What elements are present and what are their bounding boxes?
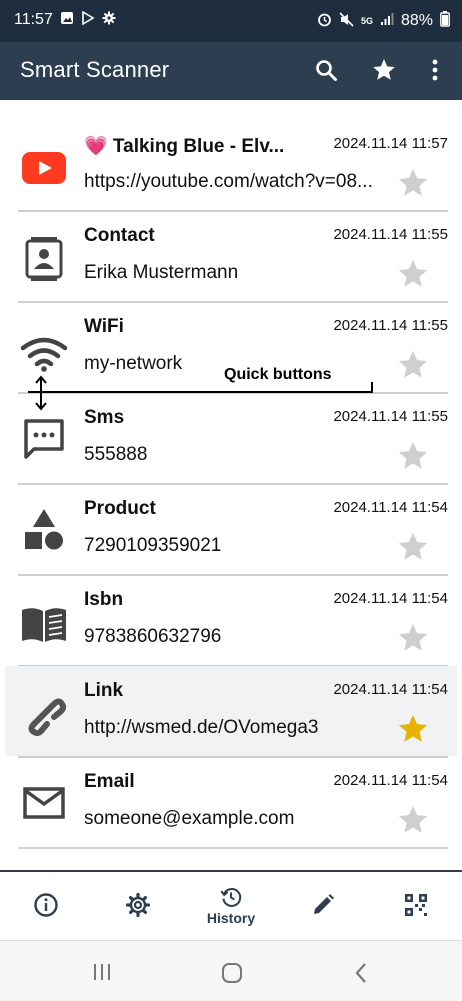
settings-gear-status-icon — [102, 11, 116, 29]
favorite-star-icon[interactable] — [396, 257, 430, 291]
item-value: my-network — [84, 353, 183, 374]
signal-icon — [380, 12, 394, 30]
star-icon — [373, 59, 395, 80]
favorites-button[interactable] — [369, 55, 399, 85]
item-title: Contact — [84, 225, 155, 246]
gallery-icon — [60, 11, 74, 29]
favorite-star-icon[interactable] — [396, 712, 430, 746]
favorite-star-icon[interactable] — [396, 166, 430, 200]
item-value: 555888 — [84, 444, 148, 465]
item-value: http://wsmed.de/OVomega3 — [84, 717, 319, 738]
item-date: 2024.11.14 11:54 — [333, 590, 448, 607]
item-title: Email — [84, 771, 135, 792]
item-title: Sms — [84, 407, 125, 428]
app-title: Smart Scanner — [20, 57, 170, 82]
bottom-navigation: History — [0, 870, 462, 942]
annotation-tick — [371, 382, 373, 393]
divider — [18, 847, 448, 849]
double-arrow-icon — [35, 375, 47, 411]
list-item[interactable]: Isbn 2024.11.14 11:54 9783860632796 — [0, 575, 462, 666]
recents-icon[interactable] — [92, 963, 112, 981]
battery-level: 88% — [400, 12, 433, 29]
item-value: https://youtube.com/watch?v=08... — [84, 171, 373, 192]
overflow-menu-button[interactable] — [420, 55, 450, 85]
history-icon — [220, 888, 242, 907]
play-store-icon — [81, 10, 95, 29]
item-date: 2024.11.14 11:57 — [333, 135, 448, 152]
item-title: Link — [84, 680, 124, 701]
item-date: 2024.11.14 11:54 — [333, 681, 448, 698]
product-shapes-icon — [20, 506, 68, 554]
item-title: WiFi — [84, 316, 124, 337]
wifi-icon — [20, 330, 68, 378]
book-icon — [20, 600, 68, 648]
item-date: 2024.11.14 11:55 — [333, 317, 448, 334]
status-bar: 11:57 5G 88% — [0, 0, 462, 42]
item-date: 2024.11.14 11:54 — [333, 772, 448, 789]
mute-icon — [339, 11, 354, 31]
nav-settings[interactable] — [118, 892, 158, 932]
nav-scan[interactable] — [396, 892, 436, 932]
list-item[interactable]: 💗 Talking Blue - Elv... 2024.11.14 11:57… — [0, 120, 462, 211]
nav-history[interactable]: History — [201, 886, 261, 926]
battery-icon — [440, 11, 450, 31]
link-icon — [20, 690, 68, 738]
item-date: 2024.11.14 11:55 — [333, 226, 448, 243]
list-item[interactable]: Sms 2024.11.14 11:55 555888 — [0, 393, 462, 484]
status-time: 11:57 — [14, 11, 53, 28]
info-icon — [34, 893, 58, 917]
item-value: Erika Mustermann — [84, 262, 239, 283]
list-item[interactable]: Link 2024.11.14 11:54 http://wsmed.de/OV… — [5, 666, 457, 756]
item-date: 2024.11.14 11:55 — [333, 408, 448, 425]
search-button[interactable] — [311, 55, 341, 85]
qr-scan-icon — [405, 894, 427, 916]
sms-icon — [20, 415, 68, 463]
favorite-star-icon[interactable] — [396, 439, 430, 473]
favorite-star-icon[interactable] — [396, 348, 430, 382]
gear-icon — [125, 892, 151, 918]
list-item[interactable]: Product 2024.11.14 11:54 7290109359021 — [0, 484, 462, 575]
favorite-star-icon[interactable] — [396, 530, 430, 564]
annotation-label: Quick buttons — [224, 366, 332, 383]
alarm-icon — [317, 12, 332, 31]
item-value: 9783860632796 — [84, 626, 222, 647]
item-title: Product — [84, 498, 156, 519]
item-title: 💗 Talking Blue - Elv... — [84, 136, 285, 157]
more-vert-icon — [432, 59, 438, 81]
pencil-icon — [314, 894, 334, 914]
item-value: 7290109359021 — [84, 535, 222, 556]
network-5g-icon: 5G — [360, 16, 373, 26]
item-value: someone@example.com — [84, 808, 295, 829]
nav-history-label: History — [206, 910, 256, 926]
favorite-star-icon[interactable] — [396, 621, 430, 655]
system-navigation-bar — [0, 940, 462, 1001]
annotation-line — [28, 391, 373, 393]
nav-create[interactable] — [303, 892, 343, 932]
item-title: Isbn — [84, 589, 124, 610]
favorite-star-icon[interactable] — [396, 803, 430, 837]
app-bar: Smart Scanner — [0, 42, 462, 100]
contact-icon — [20, 235, 68, 283]
email-icon — [20, 779, 68, 827]
nav-about[interactable] — [26, 892, 66, 932]
list-item[interactable]: Email 2024.11.14 11:54 someone@example.c… — [0, 757, 462, 848]
youtube-icon — [20, 144, 68, 192]
list-item[interactable]: Contact 2024.11.14 11:55 Erika Musterman… — [0, 211, 462, 302]
home-icon[interactable] — [221, 962, 243, 984]
back-icon[interactable] — [354, 962, 368, 984]
item-date: 2024.11.14 11:54 — [333, 499, 448, 516]
search-icon — [316, 60, 337, 81]
